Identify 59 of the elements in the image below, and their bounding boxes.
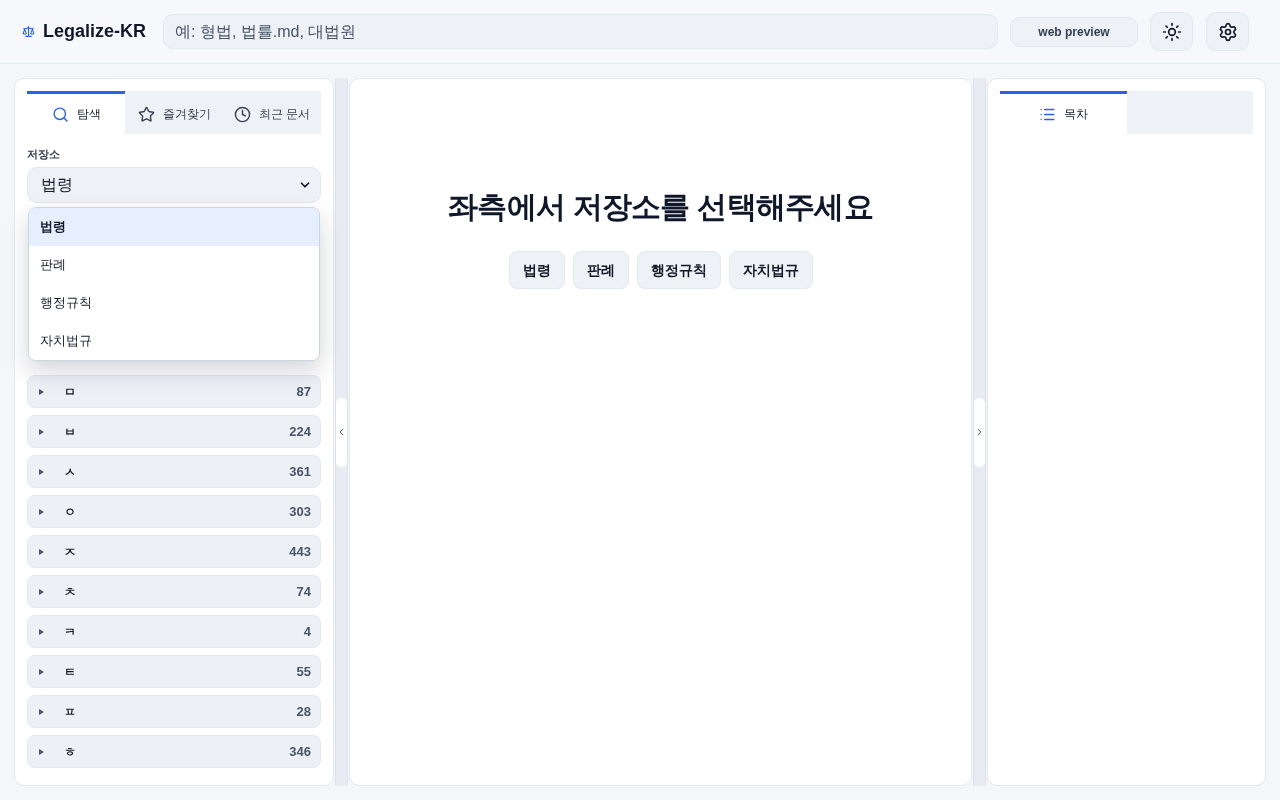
group-count: 74 (296, 582, 311, 601)
group-letter: ㅎ (64, 743, 76, 761)
group-count: 303 (289, 502, 311, 521)
sidebar-tab[interactable]: 목차 (1000, 91, 1127, 134)
app-title: Legalize-KR (43, 20, 147, 43)
scale-icon (22, 25, 35, 38)
group-letter: ㅋ (64, 623, 76, 641)
field-label: 저장소 (27, 147, 61, 161)
panel-splitter[interactable] (973, 78, 986, 786)
dropdown-option[interactable]: 법령 (29, 208, 319, 246)
index-group-row[interactable]: ㅊ 74 (27, 575, 321, 608)
index-group-row[interactable]: ㅅ 361 (27, 455, 321, 488)
collapse-right-button[interactable] (974, 397, 985, 467)
panel-splitter[interactable] (335, 78, 348, 786)
group-count: 346 (289, 742, 311, 761)
repository-button[interactable]: 법령 (508, 251, 565, 289)
group-letter: ㅅ (64, 463, 76, 481)
search-field[interactable]: 예: 형법, 법률.md, 대법원 (163, 14, 998, 49)
web-preview-button[interactable]: web preview (1010, 16, 1138, 47)
settings-button[interactable] (1206, 12, 1249, 51)
group-letter: ㅈ (64, 543, 76, 561)
group-letter: ㅊ (64, 583, 76, 601)
sidebar-tab[interactable]: 최근 문서 (223, 91, 321, 134)
group-count: 28 (296, 702, 311, 721)
star-icon (137, 105, 155, 123)
group-letter: ㅇ (64, 503, 76, 521)
index-group-row[interactable]: ㅍ 28 (27, 695, 321, 728)
group-count: 443 (289, 542, 311, 561)
empty-state-title: 좌측에서 저장소를 선택해주세요 (448, 189, 873, 225)
index-group-row[interactable]: ㅈ 443 (27, 535, 321, 568)
group-count: 87 (296, 382, 311, 401)
sun-icon (1161, 21, 1182, 42)
group-count: 361 (289, 462, 311, 481)
index-group-row[interactable]: ㅁ 87 (27, 375, 321, 408)
dropdown-option[interactable]: 행정규칙 (29, 284, 319, 322)
dropdown-option[interactable]: 자치법규 (29, 322, 319, 360)
index-group-row[interactable]: ㅂ 224 (27, 415, 321, 448)
dropdown-option[interactable]: 판례 (29, 246, 319, 284)
group-letter: ㅁ (64, 383, 76, 401)
clock-icon (233, 105, 251, 123)
index-group-row[interactable]: ㅇ 303 (27, 495, 321, 528)
group-count: 55 (296, 662, 311, 681)
sidebar-tab[interactable]: 즐겨찾기 (125, 91, 223, 134)
group-count: 4 (303, 622, 311, 641)
search-icon (51, 105, 69, 123)
repository-select[interactable]: 법령 (27, 167, 321, 203)
index-group-row[interactable]: ㅎ 346 (27, 735, 321, 768)
repository-button[interactable]: 자치법규 (728, 251, 813, 289)
repository-button[interactable]: 판례 (572, 251, 629, 289)
group-count: 224 (289, 422, 311, 441)
group-letter: ㅂ (64, 423, 76, 441)
collapse-left-button[interactable] (336, 397, 347, 467)
settings-icon (1217, 21, 1238, 42)
theme-toggle-button[interactable] (1150, 12, 1193, 51)
index-group-row[interactable]: ㅌ 55 (27, 655, 321, 688)
repository-button[interactable]: 행정규칙 (636, 251, 721, 289)
index-group-row[interactable]: ㅋ 4 (27, 615, 321, 648)
group-letter: ㅌ (64, 663, 76, 681)
group-letter: ㅍ (64, 703, 76, 721)
